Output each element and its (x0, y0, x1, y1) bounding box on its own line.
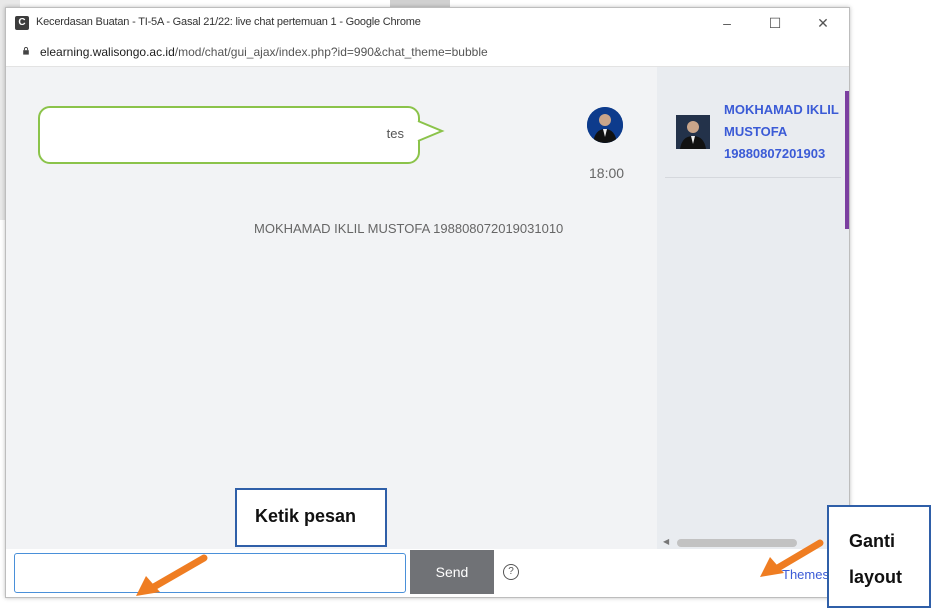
chat-messages-area[interactable]: tes 18:00 MOKHAMAD IKLIL MUSTOFA 1988080… (6, 67, 657, 549)
user-avatar-icon (587, 107, 623, 143)
user-name-link[interactable]: MOKHAMAD IKLIL MUSTOFA 19880807201903 (724, 99, 842, 165)
message-input[interactable] (14, 553, 406, 593)
user-name-line-3: 19880807201903 (724, 146, 826, 161)
url-path: /mod/chat/gui_ajax/index.php?id=990&chat… (174, 45, 488, 59)
user-thumbnail (676, 115, 710, 149)
message-sender: MOKHAMAD IKLIL MUSTOFA 19880807201903101… (254, 221, 564, 236)
title-bar: C Kecerdasan Buatan - TI-5A - Gasal 21/2… (6, 8, 849, 38)
users-list-panel: MOKHAMAD IKLIL MUSTOFA 19880807201903 (657, 67, 849, 549)
layout-callout-line-1: Ganti (849, 531, 896, 551)
help-icon[interactable]: ? (503, 564, 519, 580)
panel-accent-bar (845, 91, 849, 229)
minimize-button[interactable]: – (712, 12, 742, 34)
user-name-line-2: MUSTOFA (724, 124, 788, 139)
url-host: elearning.walisongo.ac.id (40, 45, 175, 59)
bubble-tail-icon (417, 120, 445, 142)
user-list-item[interactable]: MOKHAMAD IKLIL MUSTOFA 19880807201903 (665, 85, 841, 178)
chrome-app-icon: C (15, 16, 29, 30)
arrow-icon (760, 539, 824, 577)
user-name-line-1: MOKHAMAD IKLIL (724, 102, 839, 117)
url-text[interactable]: elearning.walisongo.ac.id/mod/chat/gui_a… (40, 45, 488, 59)
message-bubble: tes (38, 106, 420, 164)
layout-callout-line-2: layout (849, 567, 903, 587)
send-button[interactable]: Send (410, 550, 494, 594)
layout-callout-label: Ganti layout (827, 505, 931, 608)
scroll-left-icon[interactable]: ◀ (663, 537, 669, 546)
lock-icon (23, 47, 29, 55)
close-button[interactable]: ✕ (808, 12, 838, 34)
message-text: tes (386, 126, 404, 141)
window-title: Kecerdasan Buatan - TI-5A - Gasal 21/22:… (36, 16, 421, 28)
avatar (587, 107, 623, 143)
user-photo-icon (676, 115, 710, 149)
chrome-popup-window: C Kecerdasan Buatan - TI-5A - Gasal 21/2… (5, 7, 850, 598)
maximize-button[interactable]: ☐ (760, 12, 790, 34)
input-callout-label: Ketik pesan (235, 488, 387, 547)
address-bar[interactable]: elearning.walisongo.ac.id/mod/chat/gui_a… (6, 38, 849, 67)
arrow-icon (136, 554, 208, 596)
message-time: 18:00 (589, 165, 625, 181)
